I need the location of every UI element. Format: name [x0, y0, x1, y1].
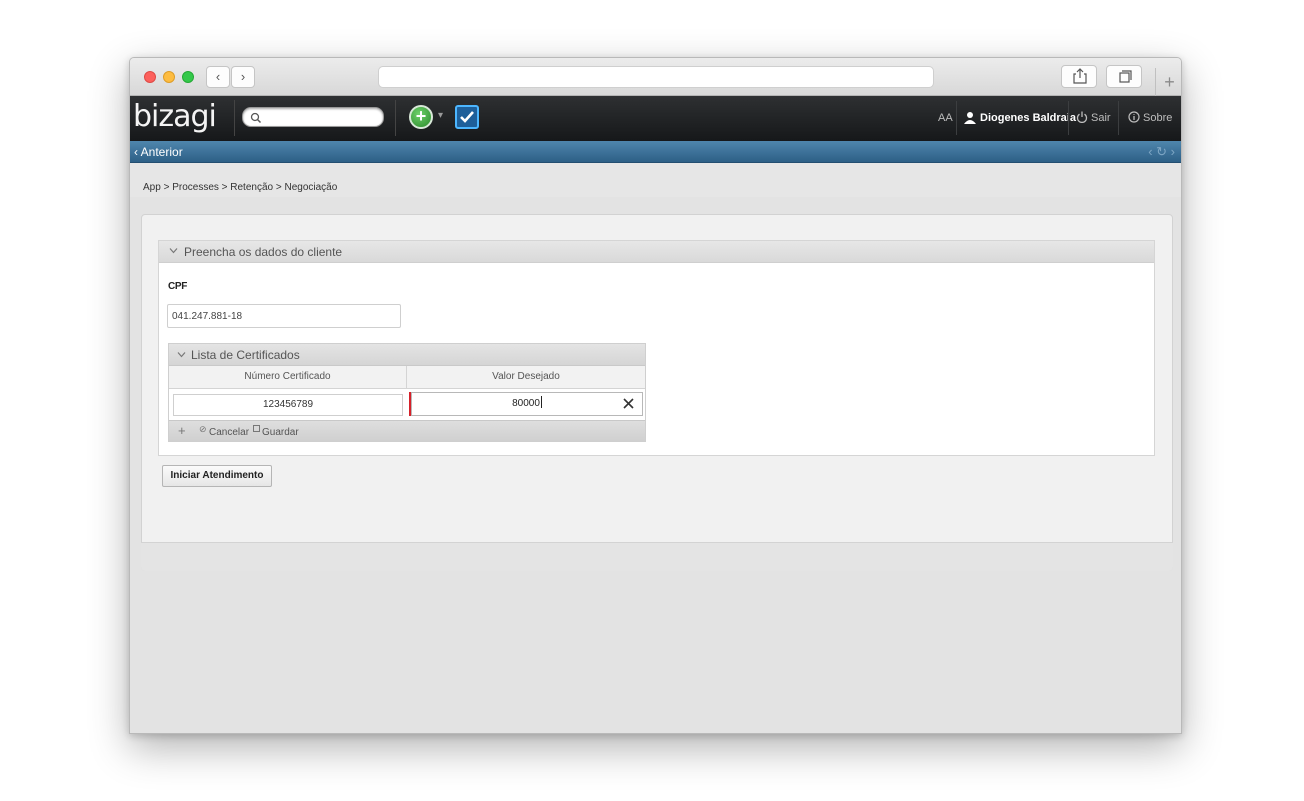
text-caret — [540, 396, 542, 408]
chevron-left-icon: ‹ — [134, 145, 141, 159]
header-divider — [1118, 101, 1119, 135]
navigation-strip: ‹ Anterior ‹ ↻ › — [130, 141, 1181, 163]
share-button[interactable] — [1061, 65, 1097, 88]
plus-circle-icon: + — [415, 106, 427, 126]
zoom-window-button[interactable] — [182, 71, 194, 83]
address-bar[interactable] — [378, 66, 934, 88]
previous-label: Anterior — [140, 145, 183, 159]
breadcrumb: App > Processes > Retenção > Negociação — [143, 182, 338, 193]
inbox-button[interactable] — [455, 105, 479, 129]
power-icon — [1076, 111, 1088, 123]
save-button[interactable]: Guardar — [262, 427, 299, 438]
column-header-valor[interactable]: Valor Desejado — [407, 366, 645, 389]
tabs-icon — [1119, 70, 1132, 83]
info-icon — [1128, 111, 1140, 123]
search-input[interactable] — [242, 107, 384, 127]
new-tab-button[interactable]: + — [1155, 68, 1181, 96]
group-title: Preencha os dados do cliente — [184, 245, 343, 259]
font-size-toggle[interactable]: AA — [938, 112, 953, 124]
numero-certificado-input[interactable]: 123456789 — [173, 394, 403, 416]
close-window-button[interactable] — [144, 71, 156, 83]
header-divider — [395, 100, 396, 136]
app-header: bizagi + ▾ AA Diogenes Baldraia Sair Sob… — [130, 96, 1181, 141]
previous-button[interactable]: ‹ Anterior — [134, 145, 183, 159]
start-service-button[interactable]: Iniciar Atendimento — [162, 465, 272, 487]
new-case-dropdown-icon[interactable]: ▾ — [438, 110, 443, 121]
chevron-down-icon — [169, 248, 178, 254]
browser-forward-button[interactable]: › — [231, 66, 255, 88]
grid-title: Lista de Certificados — [191, 348, 300, 362]
checkbox-icon — [460, 111, 474, 123]
browser-back-button[interactable]: ‹ — [206, 66, 230, 88]
form-footer-bar — [141, 542, 1173, 571]
header-divider — [1068, 101, 1069, 135]
logout-button[interactable]: Sair — [1091, 112, 1111, 124]
add-row-button[interactable]: + — [178, 423, 186, 438]
search-icon — [250, 112, 262, 124]
new-case-button[interactable]: + — [409, 105, 433, 129]
history-controls[interactable]: ‹ ↻ › — [1148, 144, 1175, 160]
cancel-button[interactable]: Cancelar — [209, 427, 249, 438]
browser-titlebar: ‹ › + — [130, 58, 1181, 96]
header-divider — [956, 101, 957, 135]
show-tabs-button[interactable] — [1106, 65, 1142, 88]
certificates-grid-header[interactable]: Lista de Certificados — [169, 344, 645, 366]
bizagi-logo[interactable]: bizagi — [133, 100, 217, 134]
browser-window: ‹ › + bizagi + ▾ AA Diogenes Baldraia Sa… — [129, 57, 1182, 734]
user-name-link[interactable]: Diogenes Baldraia — [980, 112, 1076, 124]
cpf-input[interactable]: 041.247.881-18 — [167, 304, 401, 328]
cancel-icon: ⊘ — [199, 424, 207, 434]
minimize-window-button[interactable] — [163, 71, 175, 83]
user-icon — [964, 112, 976, 124]
client-data-group-header[interactable]: Preencha os dados do cliente — [159, 241, 1154, 263]
certificates-grid: Lista de Certificados Número Certificado… — [168, 343, 646, 442]
cpf-label: CPF — [168, 281, 188, 292]
chevron-down-icon — [177, 352, 186, 358]
valor-desejado-input[interactable]: 80000 — [411, 392, 643, 416]
share-icon — [1073, 68, 1087, 84]
close-icon[interactable] — [623, 398, 634, 409]
about-button[interactable]: Sobre — [1143, 112, 1172, 124]
header-divider — [234, 100, 235, 136]
column-header-numero[interactable]: Número Certificado — [169, 366, 407, 389]
grid-toolbar: + ⊘ Cancelar Guardar — [169, 420, 645, 441]
save-icon — [253, 425, 260, 432]
valor-desejado-value: 80000 — [512, 398, 540, 409]
